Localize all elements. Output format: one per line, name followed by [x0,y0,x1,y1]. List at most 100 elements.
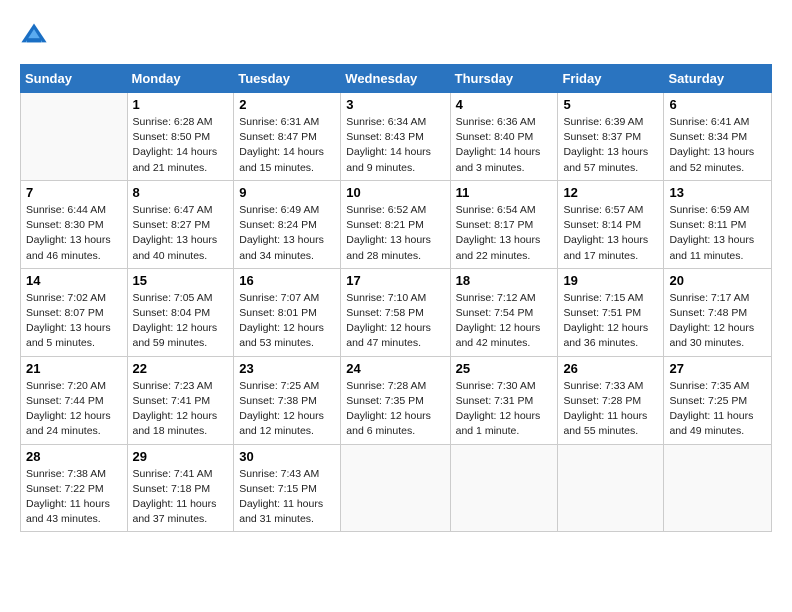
calendar-cell [21,93,128,181]
day-header-tuesday: Tuesday [234,65,341,93]
calendar-cell: 12 Sunrise: 6:57 AMSunset: 8:14 PMDayligh… [558,180,664,268]
day-info: Sunrise: 7:02 AMSunset: 8:07 PMDaylight:… [26,291,122,352]
day-info: Sunrise: 6:34 AMSunset: 8:43 PMDaylight:… [346,115,444,176]
day-number: 27 [669,361,766,376]
day-info: Sunrise: 6:44 AMSunset: 8:30 PMDaylight:… [26,203,122,264]
day-number: 23 [239,361,335,376]
day-info: Sunrise: 6:39 AMSunset: 8:37 PMDaylight:… [563,115,658,176]
calendar-week-row: 1 Sunrise: 6:28 AMSunset: 8:50 PMDaylight… [21,93,772,181]
day-info: Sunrise: 6:52 AMSunset: 8:21 PMDaylight:… [346,203,444,264]
calendar-cell: 10Sunrise: 6:52 AMSunset: 8:21 PMDayligh… [341,180,450,268]
day-info: Sunrise: 7:23 AMSunset: 7:41 PMDaylight:… [133,379,229,440]
calendar-cell: 11 Sunrise: 6:54 AMSunset: 8:17 PMDayligh… [450,180,558,268]
day-number: 3 [346,97,444,112]
calendar-cell: 22 Sunrise: 7:23 AMSunset: 7:41 PMDayligh… [127,356,234,444]
day-info: Sunrise: 7:28 AMSunset: 7:35 PMDaylight:… [346,379,444,440]
day-number: 4 [456,97,553,112]
day-info: Sunrise: 7:41 AMSunset: 7:18 PMDaylight:… [133,467,229,528]
calendar-cell: 30 Sunrise: 7:43 AMSunset: 7:15 PMDayligh… [234,444,341,532]
day-info: Sunrise: 6:41 AMSunset: 8:34 PMDaylight:… [669,115,766,176]
calendar-cell: 3 Sunrise: 6:34 AMSunset: 8:43 PMDaylight… [341,93,450,181]
calendar-cell: 5 Sunrise: 6:39 AMSunset: 8:37 PMDaylight… [558,93,664,181]
day-info: Sunrise: 6:31 AMSunset: 8:47 PMDaylight:… [239,115,335,176]
calendar-cell: 27Sunrise: 7:35 AMSunset: 7:25 PMDayligh… [664,356,772,444]
day-info: Sunrise: 6:54 AMSunset: 8:17 PMDaylight:… [456,203,553,264]
day-number: 20 [669,273,766,288]
day-number: 25 [456,361,553,376]
calendar-week-row: 28 Sunrise: 7:38 AMSunset: 7:22 PMDayligh… [21,444,772,532]
day-number: 6 [669,97,766,112]
day-info: Sunrise: 6:59 AMSunset: 8:11 PMDaylight:… [669,203,766,264]
day-info: Sunrise: 7:33 AMSunset: 7:28 PMDaylight:… [563,379,658,440]
day-info: Sunrise: 7:38 AMSunset: 7:22 PMDaylight:… [26,467,122,528]
day-number: 5 [563,97,658,112]
day-number: 8 [133,185,229,200]
calendar-cell: 20 Sunrise: 7:17 AMSunset: 7:48 PMDayligh… [664,268,772,356]
day-number: 11 [456,185,553,200]
calendar-cell: 1 Sunrise: 6:28 AMSunset: 8:50 PMDaylight… [127,93,234,181]
day-number: 21 [26,361,122,376]
logo-icon [20,20,48,48]
day-number: 13 [669,185,766,200]
calendar-cell: 24 Sunrise: 7:28 AMSunset: 7:35 PMDayligh… [341,356,450,444]
day-info: Sunrise: 7:15 AMSunset: 7:51 PMDaylight:… [563,291,658,352]
calendar-table: SundayMondayTuesdayWednesdayThursdayFrid… [20,64,772,532]
day-info: Sunrise: 7:07 AMSunset: 8:01 PMDaylight:… [239,291,335,352]
calendar-cell: 17 Sunrise: 7:10 AMSunset: 7:58 PMDayligh… [341,268,450,356]
calendar-cell [341,444,450,532]
calendar-week-row: 7 Sunrise: 6:44 AMSunset: 8:30 PMDaylight… [21,180,772,268]
day-header-saturday: Saturday [664,65,772,93]
day-header-sunday: Sunday [21,65,128,93]
day-number: 28 [26,449,122,464]
day-info: Sunrise: 6:49 AMSunset: 8:24 PMDaylight:… [239,203,335,264]
calendar-cell: 18 Sunrise: 7:12 AMSunset: 7:54 PMDayligh… [450,268,558,356]
day-info: Sunrise: 7:43 AMSunset: 7:15 PMDaylight:… [239,467,335,528]
calendar-cell: 6 Sunrise: 6:41 AMSunset: 8:34 PMDaylight… [664,93,772,181]
calendar-cell: 29 Sunrise: 7:41 AMSunset: 7:18 PMDayligh… [127,444,234,532]
calendar-cell [450,444,558,532]
day-number: 1 [133,97,229,112]
day-number: 22 [133,361,229,376]
day-info: Sunrise: 7:20 AMSunset: 7:44 PMDaylight:… [26,379,122,440]
day-number: 18 [456,273,553,288]
day-info: Sunrise: 7:05 AMSunset: 8:04 PMDaylight:… [133,291,229,352]
calendar-cell: 21 Sunrise: 7:20 AMSunset: 7:44 PMDayligh… [21,356,128,444]
calendar-cell: 14 Sunrise: 7:02 AMSunset: 8:07 PMDayligh… [21,268,128,356]
day-header-friday: Friday [558,65,664,93]
day-number: 7 [26,185,122,200]
day-number: 24 [346,361,444,376]
calendar-cell: 13 Sunrise: 6:59 AMSunset: 8:11 PMDayligh… [664,180,772,268]
day-info: Sunrise: 7:10 AMSunset: 7:58 PMDaylight:… [346,291,444,352]
calendar-week-row: 21 Sunrise: 7:20 AMSunset: 7:44 PMDayligh… [21,356,772,444]
day-info: Sunrise: 7:25 AMSunset: 7:38 PMDaylight:… [239,379,335,440]
day-info: Sunrise: 7:12 AMSunset: 7:54 PMDaylight:… [456,291,553,352]
calendar-cell: 25 Sunrise: 7:30 AMSunset: 7:31 PMDayligh… [450,356,558,444]
day-number: 17 [346,273,444,288]
day-info: Sunrise: 6:36 AMSunset: 8:40 PMDaylight:… [456,115,553,176]
day-number: 30 [239,449,335,464]
calendar-cell: 9 Sunrise: 6:49 AMSunset: 8:24 PMDaylight… [234,180,341,268]
day-number: 19 [563,273,658,288]
day-number: 14 [26,273,122,288]
day-info: Sunrise: 7:17 AMSunset: 7:48 PMDaylight:… [669,291,766,352]
day-info: Sunrise: 7:30 AMSunset: 7:31 PMDaylight:… [456,379,553,440]
day-info: Sunrise: 6:57 AMSunset: 8:14 PMDaylight:… [563,203,658,264]
calendar-cell: 19 Sunrise: 7:15 AMSunset: 7:51 PMDayligh… [558,268,664,356]
calendar-cell: 2 Sunrise: 6:31 AMSunset: 8:47 PMDaylight… [234,93,341,181]
day-header-thursday: Thursday [450,65,558,93]
day-number: 9 [239,185,335,200]
logo [20,20,50,48]
calendar-cell: 8Sunrise: 6:47 AMSunset: 8:27 PMDaylight… [127,180,234,268]
day-number: 12 [563,185,658,200]
calendar-week-row: 14 Sunrise: 7:02 AMSunset: 8:07 PMDayligh… [21,268,772,356]
calendar-cell [558,444,664,532]
day-info: Sunrise: 6:28 AMSunset: 8:50 PMDaylight:… [133,115,229,176]
calendar-cell: 7 Sunrise: 6:44 AMSunset: 8:30 PMDaylight… [21,180,128,268]
day-number: 2 [239,97,335,112]
day-number: 16 [239,273,335,288]
calendar-cell: 16 Sunrise: 7:07 AMSunset: 8:01 PMDayligh… [234,268,341,356]
calendar-header-row: SundayMondayTuesdayWednesdayThursdayFrid… [21,65,772,93]
calendar-cell: 26Sunrise: 7:33 AMSunset: 7:28 PMDayligh… [558,356,664,444]
page-header [20,20,772,48]
day-number: 29 [133,449,229,464]
